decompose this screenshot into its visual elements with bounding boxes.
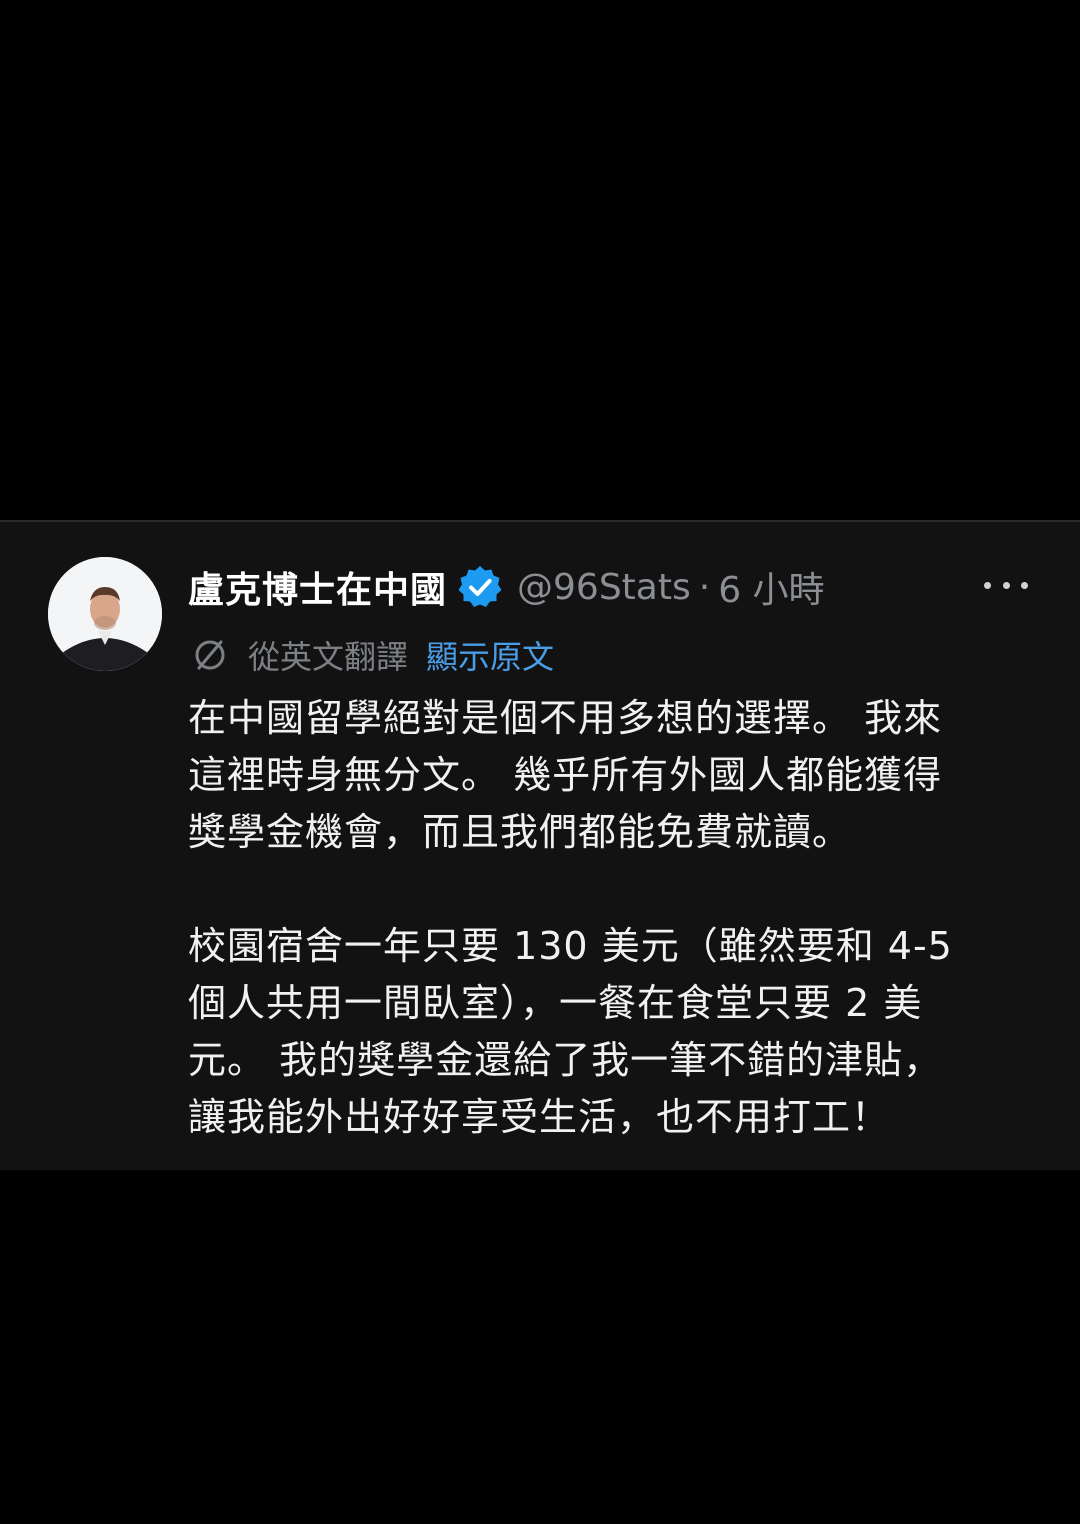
translation-bar: 從英文翻譯 顯示原文 <box>190 632 554 678</box>
show-original-link[interactable]: 顯示原文 <box>426 632 554 678</box>
post-header: 盧克博士在中國 @96Stats · 6 小時 <box>188 562 825 612</box>
post-text-line: 校園宿舍一年只要 130 美元（雖然要和 4-5 <box>188 924 953 968</box>
post-card: 盧克博士在中國 @96Stats · 6 小時 從英文翻譯 顯示原文 在中國留學… <box>0 520 1080 1170</box>
post-text-line: 在中國留學絕對是個不用多想的選擇。 我來 <box>188 696 943 740</box>
post-text-line: 個人共用一間臥室），一餐在食堂只要 2 美 <box>188 981 923 1025</box>
author-display-name[interactable]: 盧克博士在中國 <box>188 561 447 613</box>
post-paragraph: 校園宿舍一年只要 130 美元（雖然要和 4-5 個人共用一間臥室），一餐在食堂… <box>188 918 1008 1146</box>
translate-icon <box>190 635 230 675</box>
more-options-icon <box>1021 581 1028 589</box>
post-body: 在中國留學絕對是個不用多想的選擇。 我來 這裡時身無分文。 幾乎所有外國人都能獲… <box>188 690 1008 1146</box>
post-timestamp[interactable]: 6 小時 <box>718 561 824 613</box>
post-text-line: 讓我能外出好好享受生活，也不用打工！ <box>188 1095 891 1139</box>
post-text-line: 元。 我的獎學金還給了我一筆不錯的津貼， <box>188 1038 943 1082</box>
post-text-line: 這裡時身無分文。 幾乎所有外國人都能獲得 <box>188 753 943 797</box>
translated-from-label: 從英文翻譯 <box>248 638 409 676</box>
avatar[interactable] <box>48 557 162 671</box>
more-options-button[interactable] <box>984 570 1028 600</box>
separator-dot: · <box>698 566 711 608</box>
more-options-icon <box>984 581 991 589</box>
post-text-line: 獎學金機會，而且我們都能免費就讀。 <box>188 810 852 854</box>
post-paragraph: 在中國留學絕對是個不用多想的選擇。 我來 這裡時身無分文。 幾乎所有外國人都能獲… <box>188 690 1008 861</box>
verified-badge-icon <box>457 564 503 610</box>
author-handle[interactable]: @96Stats <box>517 567 691 608</box>
more-options-icon <box>1002 581 1010 589</box>
avatar-image <box>48 557 162 671</box>
